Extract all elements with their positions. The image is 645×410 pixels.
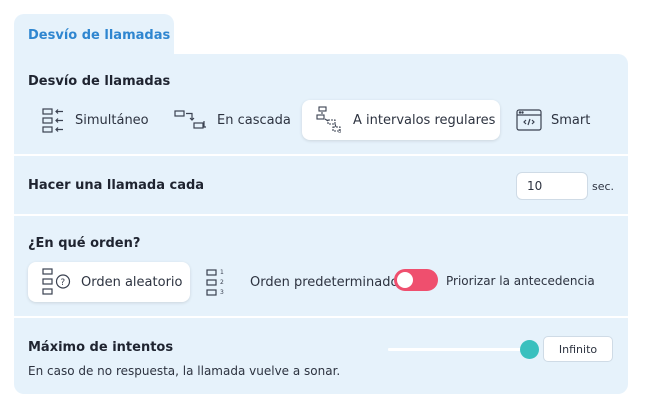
infinite-button[interactable]: Infinito [543,336,613,362]
interval-title: Hacer una llamada cada [28,178,205,193]
max-attempts-section: Máximo de intentos En caso de no respues… [14,318,628,394]
order-section: ¿En qué orden? ? Orden aleatorio 1 2 3 O… [14,216,628,318]
regular-intervals-icon: 3 [316,106,341,134]
svg-text:2: 2 [220,279,224,286]
max-attempts-slider-fill [388,348,530,351]
random-order-icon: ? [42,268,71,295]
cascade-icon [174,110,206,129]
max-attempts-slider-thumb[interactable] [520,340,539,359]
option-smart-label: Smart [551,112,591,128]
svg-text:3: 3 [338,129,341,134]
interval-section: Hacer una llamada cada sec. [14,156,628,216]
prioritize-precedence-label: Priorizar la antecedencia [446,274,595,288]
default-order-icon: 1 2 3 [206,269,224,296]
interval-seconds-input[interactable] [516,172,588,200]
option-smart[interactable]: Smart [516,100,590,140]
max-attempts-subtitle: En caso de no respuesta, la llamada vuel… [28,364,341,378]
option-default-order[interactable]: 1 2 3 Orden predeterminado [206,262,398,302]
option-regular-intervals-label: A intervalos regulares [353,112,496,128]
forwarding-mode-section: Desvío de llamadas Simultáneo En cascada [14,54,628,156]
option-random-order-label: Orden aleatorio [81,274,183,290]
interval-unit: sec. [592,180,615,193]
svg-text:?: ? [60,278,65,288]
toggle-knob [397,272,413,288]
tab-call-forwarding[interactable]: Desvío de llamadas [14,14,174,56]
option-regular-intervals[interactable]: 3 A intervalos regulares [302,100,500,140]
max-attempts-slider-track[interactable] [388,348,530,351]
smart-code-icon [516,109,542,131]
call-forwarding-panel: Desvío de llamadas Simultáneo En cascada [14,54,628,394]
option-default-order-label: Orden predeterminado [250,274,399,290]
forwarding-mode-title: Desvío de llamadas [28,74,171,89]
option-cascade-label: En cascada [217,112,291,128]
option-simultaneous-label: Simultáneo [75,112,149,128]
simultaneous-icon [42,108,63,133]
max-attempts-title: Máximo de intentos [28,340,174,355]
svg-text:1: 1 [220,269,224,276]
order-title: ¿En qué orden? [28,236,141,251]
prioritize-precedence-toggle[interactable] [394,269,438,291]
option-random-order[interactable]: ? Orden aleatorio [28,262,190,302]
svg-text:3: 3 [220,289,224,296]
tab-label: Desvío de llamadas [28,27,171,43]
option-simultaneous[interactable]: Simultáneo [42,100,149,140]
option-cascade[interactable]: En cascada [174,100,291,140]
